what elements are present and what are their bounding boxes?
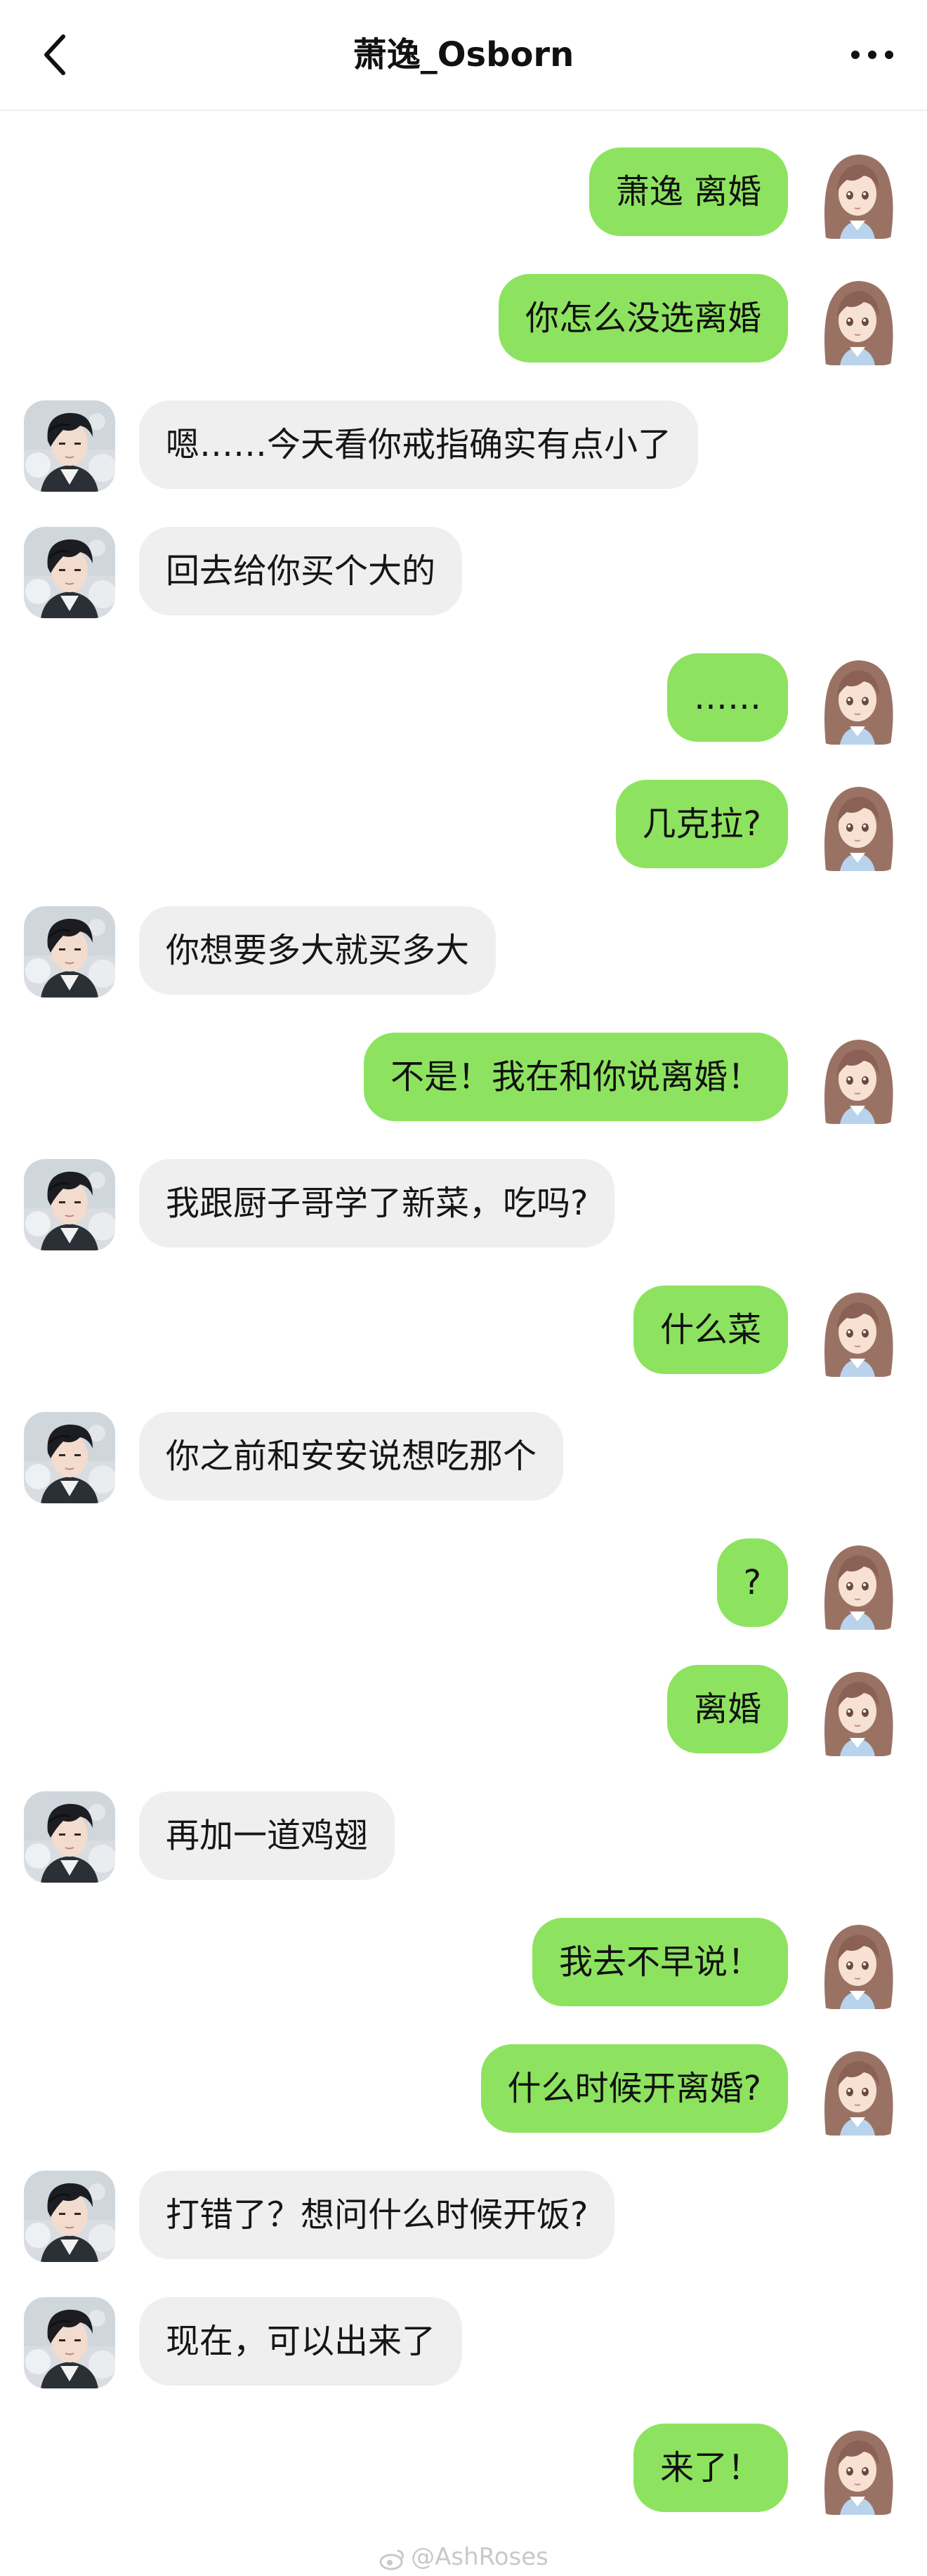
message-bubble[interactable]: 打错了？想问什么时候开饭? <box>139 2171 615 2259</box>
contact-avatar[interactable] <box>24 527 115 618</box>
contact-avatar[interactable] <box>24 1791 115 1883</box>
user-avatar[interactable] <box>812 1033 903 1124</box>
more-options-button[interactable] <box>846 28 899 81</box>
sent-message: 什么菜 <box>0 1286 927 1377</box>
message-bubble[interactable]: 你想要多大就买多大 <box>139 906 497 995</box>
message-bubble[interactable]: 嗯……今天看你戒指确实有点小了 <box>139 400 699 489</box>
sent-message: 几克拉? <box>0 780 927 871</box>
contact-avatar[interactable] <box>24 2297 115 2388</box>
message-bubble[interactable]: 萧逸 离婚 <box>589 148 788 236</box>
contact-avatar[interactable] <box>24 1412 115 1503</box>
message-bubble[interactable]: 离婚 <box>666 1665 788 1753</box>
contact-avatar[interactable] <box>24 2171 115 2262</box>
user-avatar[interactable] <box>812 1538 903 1630</box>
message-bubble[interactable]: 几克拉? <box>615 780 788 868</box>
contact-avatar[interactable] <box>24 400 115 492</box>
received-message: 回去给你买个大的 <box>0 527 927 618</box>
watermark: @AshRoses <box>0 2542 927 2572</box>
message-bubble[interactable]: 现在，可以出来了 <box>139 2297 463 2386</box>
user-avatar[interactable] <box>812 2424 903 2515</box>
received-message: 打错了？想问什么时候开饭? <box>0 2171 927 2262</box>
sent-message: 不是！我在和你说离婚！ <box>0 1033 927 1124</box>
more-horizontal-icon <box>851 51 893 59</box>
message-bubble[interactable]: 我去不早说！ <box>532 1918 788 2006</box>
message-bubble[interactable]: 不是！我在和你说离婚！ <box>363 1033 788 1121</box>
sent-message: 萧逸 离婚 <box>0 148 927 239</box>
watermark-text: @AshRoses <box>411 2543 548 2571</box>
user-avatar[interactable] <box>812 1665 903 1756</box>
user-avatar[interactable] <box>812 274 903 365</box>
message-bubble[interactable]: 来了！ <box>633 2424 788 2512</box>
message-bubble[interactable]: 再加一道鸡翅 <box>139 1791 395 1880</box>
message-bubble[interactable]: 你之前和安安说想吃那个 <box>139 1412 564 1501</box>
user-avatar[interactable] <box>812 653 903 745</box>
sent-message: ? <box>0 1538 927 1630</box>
sent-message: 离婚 <box>0 1665 927 1756</box>
weibo-icon <box>379 2549 404 2570</box>
sent-message: 你怎么没选离婚 <box>0 274 927 365</box>
received-message: 现在，可以出来了 <box>0 2297 927 2388</box>
received-message: 你之前和安安说想吃那个 <box>0 1412 927 1503</box>
message-bubble[interactable]: 什么菜 <box>633 1286 788 1374</box>
message-bubble[interactable]: ? <box>716 1538 788 1627</box>
sent-message: 我去不早说！ <box>0 1918 927 2009</box>
user-avatar[interactable] <box>812 780 903 871</box>
sent-message: 来了！ <box>0 2424 927 2515</box>
user-avatar[interactable] <box>812 1286 903 1377</box>
message-bubble[interactable]: 你怎么没选离婚 <box>498 274 788 362</box>
message-bubble[interactable]: 回去给你买个大的 <box>139 527 463 615</box>
user-avatar[interactable] <box>812 148 903 239</box>
contact-avatar[interactable] <box>24 1159 115 1250</box>
chat-title: 萧逸_Osborn <box>353 35 574 74</box>
received-message: 我跟厨子哥学了新菜，吃吗? <box>0 1159 927 1250</box>
received-message: 嗯……今天看你戒指确实有点小了 <box>0 400 927 492</box>
sent-message: …… <box>0 653 927 745</box>
received-message: 再加一道鸡翅 <box>0 1791 927 1883</box>
user-avatar[interactable] <box>812 2044 903 2136</box>
contact-avatar[interactable] <box>24 906 115 998</box>
message-bubble[interactable]: 我跟厨子哥学了新菜，吃吗? <box>139 1159 615 1248</box>
received-message: 你想要多大就买多大 <box>0 906 927 998</box>
user-avatar[interactable] <box>812 1918 903 2009</box>
chat-header: 萧逸_Osborn <box>0 0 927 111</box>
message-bubble[interactable]: …… <box>667 653 788 742</box>
message-bubble[interactable]: 什么时候开离婚? <box>480 2044 788 2133</box>
sent-message: 什么时候开离婚? <box>0 2044 927 2136</box>
